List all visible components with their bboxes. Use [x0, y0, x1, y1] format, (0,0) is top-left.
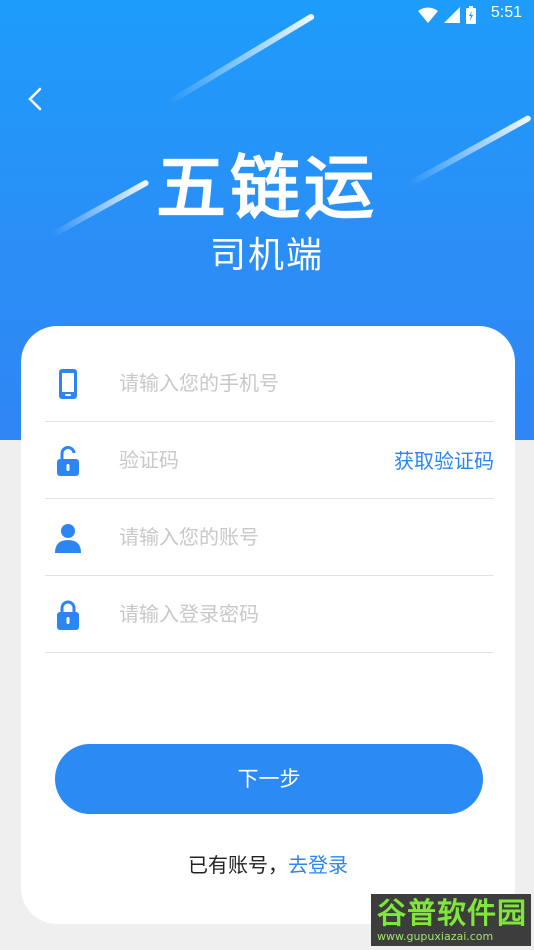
- unlock-icon: [57, 446, 79, 476]
- user-icon: [55, 524, 81, 553]
- code-input[interactable]: [117, 439, 381, 481]
- login-prompt-text: 已有账号，: [188, 853, 288, 877]
- status-time: 5:51: [490, 4, 522, 21]
- register-card: 获取验证码 下一步 已有账号，去登录: [21, 326, 515, 924]
- status-bar: 5:51: [0, 0, 534, 28]
- watermark-url: www.gupuxiazai.com: [377, 930, 494, 943]
- signal-icon: [444, 7, 460, 23]
- chevron-left-icon[interactable]: [22, 84, 52, 114]
- code-row: 获取验证码: [45, 421, 494, 499]
- get-code-button[interactable]: 获取验证码: [394, 445, 494, 474]
- phone-row: [45, 344, 494, 422]
- account-row: [45, 498, 494, 576]
- phone-icon: [59, 369, 77, 399]
- lock-icon: [57, 600, 79, 630]
- watermark: 谷普软件园 www.gupuxiazai.com: [371, 894, 531, 946]
- next-button[interactable]: 下一步: [55, 744, 483, 814]
- password-input[interactable]: [117, 593, 381, 635]
- wifi-icon: [418, 7, 438, 23]
- app-title: 五链运: [156, 147, 378, 229]
- app-subtitle: 司机端: [209, 235, 324, 276]
- account-input[interactable]: [117, 516, 381, 558]
- password-row: [45, 575, 494, 653]
- battery-icon: [466, 6, 476, 24]
- phone-input[interactable]: [117, 362, 381, 404]
- watermark-title: 谷普软件园: [377, 896, 528, 930]
- go-login-link[interactable]: 去登录: [288, 853, 348, 877]
- login-prompt: 已有账号，去登录: [21, 849, 515, 878]
